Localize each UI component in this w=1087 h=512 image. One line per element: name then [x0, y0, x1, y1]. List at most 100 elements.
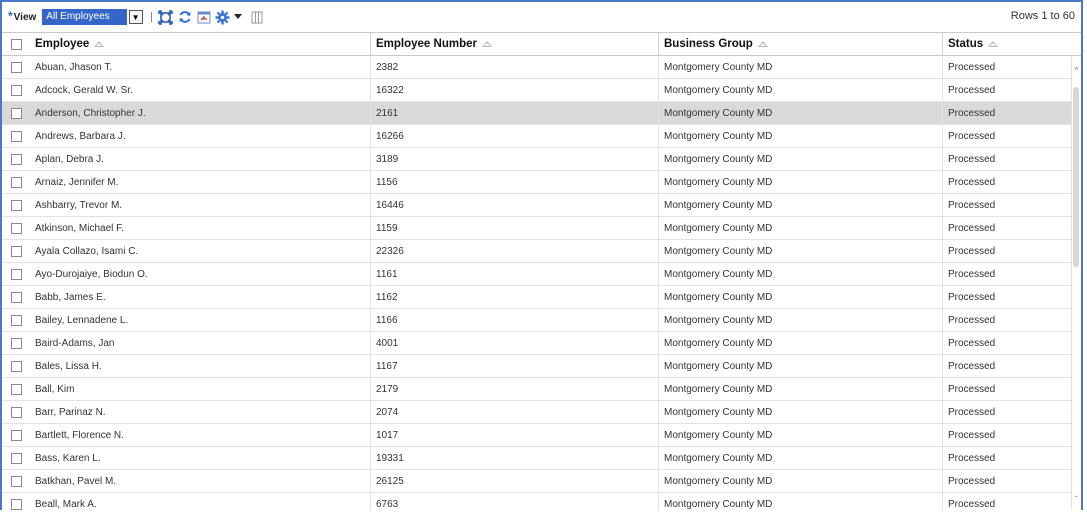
chevron-down-icon[interactable]: ▼	[128, 10, 143, 24]
row-select-cell	[2, 148, 31, 170]
cell-status: Processed	[948, 383, 996, 395]
row-checkbox[interactable]	[11, 383, 22, 395]
row-checkbox[interactable]	[11, 452, 22, 464]
row-select-cell	[2, 102, 31, 124]
row-checkbox[interactable]	[11, 314, 22, 326]
column-header-employee[interactable]: Employee	[31, 33, 371, 55]
scrollbar-thumb[interactable]	[1073, 87, 1079, 267]
cell-employee-number: 1159	[371, 217, 659, 239]
view-select[interactable]: All Employees ▼	[42, 9, 143, 25]
row-select-cell	[2, 263, 31, 285]
cell-employee: Andrews, Barbara J.	[31, 125, 371, 147]
row-checkbox[interactable]	[11, 268, 22, 280]
table-toolbar: * View All Employees ▼ Rows 1 to 60	[2, 2, 1081, 32]
caret-down-icon[interactable]	[234, 9, 243, 25]
cell-employee: Anderson, Christopher J.	[31, 102, 371, 124]
cell-employee-number: 1167	[371, 355, 659, 377]
row-checkbox[interactable]	[11, 337, 22, 349]
row-checkbox[interactable]	[11, 222, 22, 234]
row-checkbox[interactable]	[11, 429, 22, 441]
cell-status: Processed	[948, 107, 996, 119]
sort-ascending-icon[interactable]	[757, 41, 768, 47]
table-row[interactable]: Ayala Collazo, Isami C. 22326 Montgomery C…	[2, 240, 1081, 263]
cell-business-group: Montgomery County MD	[659, 378, 943, 400]
select-all-checkbox[interactable]	[11, 38, 22, 50]
scroll-up-icon[interactable]: ^	[1073, 65, 1080, 75]
table-row[interactable]: Ashbarry, Trevor M. 16446 Montgomery Count…	[2, 194, 1081, 217]
table-row[interactable]: Ayo-Durojaiye, Biodun O. 1161 Montgomery C…	[2, 263, 1081, 286]
vertical-scrollbar[interactable]: ^ ˇ	[1071, 57, 1081, 510]
cell-employee-number: 16322	[371, 79, 659, 101]
row-checkbox[interactable]	[11, 475, 22, 487]
column-header-label: Employee Number	[376, 38, 477, 50]
cell-employee-number: 2179	[371, 378, 659, 400]
table-row[interactable]: Adcock, Gerald W. Sr. 16322 Montgomery Cou…	[2, 79, 1081, 102]
row-checkbox[interactable]	[11, 153, 22, 165]
row-checkbox[interactable]	[11, 406, 22, 418]
cell-employee-number: 1156	[371, 171, 659, 193]
cell-business-group: Montgomery County MD	[659, 79, 943, 101]
cell-employee: Bartlett, Florence N.	[31, 424, 371, 446]
table-row[interactable]: Atkinson, Michael F. 1159 Montgomery Count…	[2, 217, 1081, 240]
row-checkbox[interactable]	[11, 84, 22, 96]
cell-business-group: Montgomery County MD	[659, 125, 943, 147]
cell-status: Processed	[948, 360, 996, 372]
cell-employee: Arnaiz, Jennifer M.	[31, 171, 371, 193]
cell-status: Processed	[948, 176, 996, 188]
table-row[interactable]: Baird-Adams, Jan 4001 Montgomery County MD…	[2, 332, 1081, 355]
column-header-status[interactable]: Status	[943, 33, 1081, 55]
row-checkbox[interactable]	[11, 199, 22, 211]
sort-ascending-icon[interactable]	[94, 41, 105, 47]
table-row[interactable]: Aplan, Debra J. 3189 Montgomery County MD P…	[2, 148, 1081, 171]
table-row[interactable]: Batkhan, Pavel M. 26125 Montgomery County …	[2, 470, 1081, 493]
row-checkbox[interactable]	[11, 176, 22, 188]
required-mark: *	[8, 8, 13, 23]
cell-business-group: Montgomery County MD	[659, 309, 943, 331]
freeze-columns-icon[interactable]	[249, 9, 265, 25]
cell-status: Processed	[948, 452, 996, 464]
row-checkbox[interactable]	[11, 498, 22, 510]
row-checkbox[interactable]	[11, 130, 22, 142]
table-row[interactable]: Babb, James E. 1162 Montgomery County MD Pr…	[2, 286, 1081, 309]
employee-table-panel: * View All Employees ▼ Rows 1 to 60 Empl…	[0, 0, 1083, 510]
table-row[interactable]: Abuan, Jhason T. 2382 Montgomery County MD…	[2, 56, 1081, 79]
table-row[interactable]: Andrews, Barbara J. 16266 Montgomery Count…	[2, 125, 1081, 148]
row-checkbox[interactable]	[11, 360, 22, 372]
table-row[interactable]: Arnaiz, Jennifer M. 1156 Montgomery County…	[2, 171, 1081, 194]
row-checkbox[interactable]	[11, 245, 22, 257]
sort-ascending-icon[interactable]	[481, 41, 492, 47]
row-select-cell	[2, 125, 31, 147]
reorder-icon[interactable]	[196, 9, 212, 25]
column-header-business-group[interactable]: Business Group	[659, 33, 943, 55]
table-row[interactable]: Bartlett, Florence N. 1017 Montgomery Coun…	[2, 424, 1081, 447]
cell-business-group: Montgomery County MD	[659, 401, 943, 423]
table-row[interactable]: Beall, Mark A. 6763 Montgomery County MD Pr…	[2, 493, 1081, 510]
cell-employee: Adcock, Gerald W. Sr.	[31, 79, 371, 101]
view-select-value[interactable]: All Employees	[42, 9, 127, 25]
table-row[interactable]: Barr, Parinaz N. 2074 Montgomery County MD…	[2, 401, 1081, 424]
table-row[interactable]: Bass, Karen L. 19331 Montgomery County MD P…	[2, 447, 1081, 470]
cell-employee: Ashbarry, Trevor M.	[31, 194, 371, 216]
scroll-down-icon[interactable]: ˇ	[1073, 494, 1080, 504]
column-header-employee-number[interactable]: Employee Number	[371, 33, 659, 55]
table-row[interactable]: Bailey, Lennadene L. 1166 Montgomery Count…	[2, 309, 1081, 332]
row-select-cell	[2, 286, 31, 308]
row-checkbox[interactable]	[11, 61, 22, 73]
detach-icon[interactable]	[158, 9, 174, 25]
sort-ascending-icon[interactable]	[988, 41, 999, 47]
table-row[interactable]: Anderson, Christopher J. 2161 Montgomery C…	[2, 102, 1081, 125]
cell-business-group: Montgomery County MD	[659, 424, 943, 446]
row-checkbox[interactable]	[11, 291, 22, 303]
table-row[interactable]: Bales, Lissa H. 1167 Montgomery County MD P…	[2, 355, 1081, 378]
cell-employee: Bailey, Lennadene L.	[31, 309, 371, 331]
table-row[interactable]: Ball, Kim 2179 Montgomery County MD Process…	[2, 378, 1081, 401]
cell-employee-number: 22326	[371, 240, 659, 262]
row-checkbox[interactable]	[11, 107, 22, 119]
gear-icon[interactable]	[215, 9, 231, 25]
cell-employee: Baird-Adams, Jan	[31, 332, 371, 354]
cell-business-group: Montgomery County MD	[659, 171, 943, 193]
view-label-text: View	[13, 11, 37, 23]
cell-status: Processed	[948, 61, 996, 73]
refresh-icon[interactable]	[177, 9, 193, 25]
cell-business-group: Montgomery County MD	[659, 102, 943, 124]
